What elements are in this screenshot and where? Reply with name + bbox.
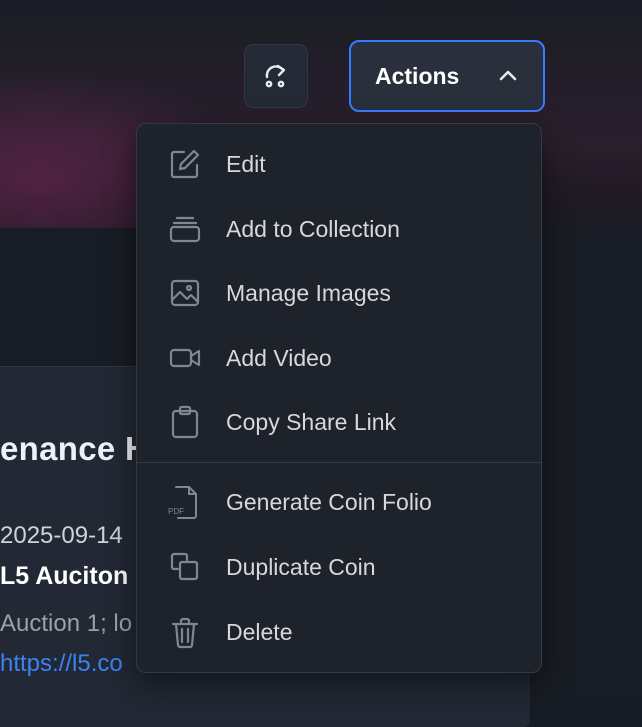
duplicate-icon [167,549,203,585]
menu-item-add-video[interactable]: Add Video [137,326,541,390]
menu-item-edit[interactable]: Edit [137,132,541,196]
actions-dropdown-menu: Edit Add to Collection Manage Images Add… [136,123,542,673]
menu-item-manage-images[interactable]: Manage Images [137,261,541,325]
svg-text:PDF: PDF [168,507,184,516]
menu-item-label: Add Video [226,344,332,371]
actions-label: Actions [375,62,460,89]
menu-item-label: Copy Share Link [226,408,397,435]
menu-item-label: Add to Collection [226,215,400,242]
menu-item-duplicate-coin[interactable]: Duplicate Coin [137,535,541,599]
menu-item-label: Duplicate Coin [226,553,376,580]
coin-note: Auction 1; lo [0,610,133,637]
menu-item-label: Generate Coin Folio [226,488,432,515]
video-camera-icon [167,340,203,376]
menu-item-add-to-collection[interactable]: Add to Collection [137,197,541,261]
image-icon [167,275,203,311]
menu-item-label: Delete [226,618,293,645]
menu-item-generate-coin-folio[interactable]: PDF Generate Coin Folio [137,470,541,534]
coin-date: 2025-09-14 [0,522,123,549]
clipboard-icon [167,404,203,440]
coin-source: L5 Auciton [0,562,129,590]
menu-item-copy-share-link[interactable]: Copy Share Link [137,390,541,454]
coin-title: enance H [0,430,150,467]
chevron-up-icon [497,65,519,87]
redo-icon [261,61,291,91]
trash-icon [167,614,203,650]
menu-item-delete[interactable]: Delete [137,600,541,664]
pdf-file-icon: PDF [167,484,203,520]
menu-divider [137,462,541,463]
collection-icon [167,211,203,247]
coin-source-link[interactable]: https://l5.co [0,650,123,678]
redo-button[interactable] [244,44,308,108]
menu-item-label: Edit [226,150,266,177]
actions-button[interactable]: Actions [349,40,545,112]
menu-item-label: Manage Images [226,279,391,306]
pencil-square-icon [167,146,203,182]
